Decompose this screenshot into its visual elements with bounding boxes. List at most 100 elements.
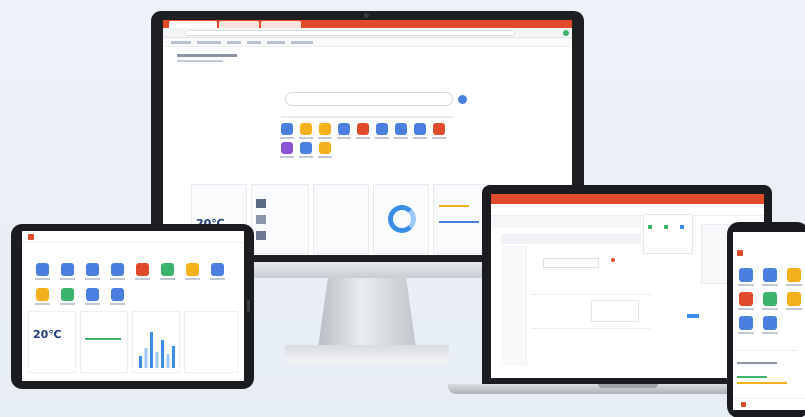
divider [531,294,651,295]
bar [155,352,159,368]
app-icon[interactable] [111,263,124,276]
laptop-screen [491,194,764,378]
schedule-card[interactable] [313,184,369,254]
app-label [786,284,802,286]
task-progress [85,338,121,340]
app-label [280,137,294,139]
browser-tab[interactable] [169,21,217,28]
app-icon[interactable] [61,263,74,276]
app-icon[interactable] [787,292,801,306]
app-label [35,278,50,280]
app-label [110,303,125,305]
progress-ring [388,205,416,233]
toolbar [491,204,764,216]
chart-card[interactable] [132,311,180,373]
bookmark-item[interactable] [227,41,241,44]
app-icon[interactable] [763,316,777,330]
app-icon[interactable] [395,123,407,135]
imac-stand-foot [285,345,449,363]
app-icon[interactable] [739,316,753,330]
app-titlebar [491,194,764,204]
bookmark-item[interactable] [267,41,285,44]
app-icon[interactable] [414,123,426,135]
app-icon[interactable] [300,142,312,154]
tree-sidebar[interactable] [501,246,527,366]
browser-tab[interactable] [261,21,301,28]
app-icon[interactable] [319,123,331,135]
app-icon[interactable] [763,268,777,282]
home-tab-icon[interactable] [741,402,746,407]
app-icon[interactable] [376,123,388,135]
app-icon[interactable] [338,123,350,135]
app-icon[interactable] [86,288,99,301]
bookmark-item[interactable] [291,41,313,44]
task-progress [737,376,767,378]
app-label [356,137,370,139]
camera-icon [364,13,369,18]
app-icon[interactable] [281,142,293,154]
bookmark-item[interactable] [197,41,221,44]
url-input[interactable] [185,30,515,36]
app-label [60,303,75,305]
app-label [185,278,200,280]
news-card[interactable] [184,311,238,373]
app-icon[interactable] [136,263,149,276]
news-card[interactable] [251,184,309,254]
news-thumbnail [256,199,266,208]
app-icon[interactable] [763,292,777,306]
app-icon[interactable] [433,123,445,135]
app-icon[interactable] [281,123,293,135]
app-icon[interactable] [319,142,331,154]
app-label [738,332,754,334]
logo-icon [28,234,34,240]
address-bar [163,28,572,38]
app-icon[interactable] [36,263,49,276]
app-icon[interactable] [86,263,99,276]
select-field[interactable] [543,258,599,268]
bar [144,348,148,368]
tablet-header [22,231,244,243]
app-icon[interactable] [36,288,49,301]
app-label [432,137,446,139]
primary-button[interactable] [687,314,699,318]
tasks-card[interactable] [80,311,128,373]
weather-card[interactable]: 20℃ [28,311,76,373]
app-label [210,278,225,280]
app-icon[interactable] [186,263,199,276]
browser-tab[interactable] [219,21,259,28]
app-icon[interactable] [739,268,753,282]
app-icon[interactable] [211,263,224,276]
logo-icon [737,250,743,256]
app-label [318,137,332,139]
widget-panel [643,214,693,254]
app-label [786,308,802,310]
app-icon[interactable] [787,268,801,282]
bar-chart [139,332,175,368]
extension-icon[interactable] [563,30,569,36]
app-icon[interactable] [161,263,174,276]
bar [139,356,142,368]
bookmark-item[interactable] [247,41,261,44]
app-icon[interactable] [357,123,369,135]
news-thumbnail [256,231,266,240]
list-item[interactable] [737,362,777,364]
divider [531,328,651,329]
bar [161,340,164,368]
bottom-tab-bar [733,398,805,410]
greeting-subtext [177,60,223,62]
bookmark-item[interactable] [171,41,191,44]
app-icon[interactable] [300,123,312,135]
search-icon[interactable] [458,95,467,104]
status-icon [680,225,684,229]
app-icon[interactable] [739,292,753,306]
stats-card[interactable] [373,184,429,254]
status-icon [664,225,668,229]
app-label [762,332,778,334]
tabs-row [491,216,641,228]
app-icon[interactable] [111,288,124,301]
app-label [738,284,754,286]
app-icon[interactable] [61,288,74,301]
search-input[interactable] [285,92,453,106]
phone-screen [733,232,805,410]
app-label [280,156,294,158]
